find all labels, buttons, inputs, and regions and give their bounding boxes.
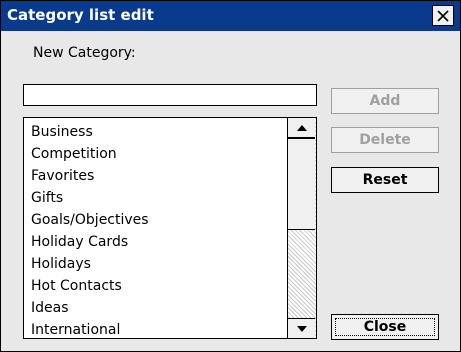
list-item[interactable]: Hot Contacts [31, 275, 149, 297]
category-list: Business Competition Favorites Gifts Goa… [31, 121, 149, 338]
category-list-edit-dialog: Category list edit New Category: Busines… [0, 0, 461, 352]
list-item[interactable]: Ideas [31, 297, 149, 319]
title-bar: Category list edit [1, 1, 460, 31]
close-window-button[interactable] [432, 5, 454, 26]
dialog-title: Category list edit [7, 6, 154, 24]
vertical-scrollbar[interactable] [287, 118, 316, 338]
list-item[interactable]: International [31, 319, 149, 338]
list-item[interactable]: Competition [31, 143, 149, 165]
list-item[interactable]: Gifts [31, 187, 149, 209]
close-button-label: Close [335, 318, 435, 336]
list-item[interactable]: Holidays [31, 253, 149, 275]
scroll-up-button[interactable] [288, 118, 315, 138]
reset-button[interactable]: Reset [331, 167, 439, 193]
add-button[interactable]: Add [331, 88, 439, 114]
list-item[interactable]: Goals/Objectives [31, 209, 149, 231]
close-icon [437, 9, 449, 22]
triangle-down-icon [296, 325, 307, 332]
delete-button[interactable]: Delete [331, 127, 439, 153]
list-item[interactable]: Business [31, 121, 149, 143]
close-button[interactable]: Close [331, 314, 439, 340]
new-category-label: New Category: [33, 45, 136, 61]
scroll-thumb[interactable] [288, 138, 315, 230]
new-category-input[interactable] [23, 84, 317, 106]
scroll-down-button[interactable] [288, 318, 315, 338]
triangle-up-icon [296, 124, 307, 131]
list-item[interactable]: Holiday Cards [31, 231, 149, 253]
category-listbox[interactable]: Business Competition Favorites Gifts Goa… [23, 117, 317, 339]
list-item[interactable]: Favorites [31, 165, 149, 187]
